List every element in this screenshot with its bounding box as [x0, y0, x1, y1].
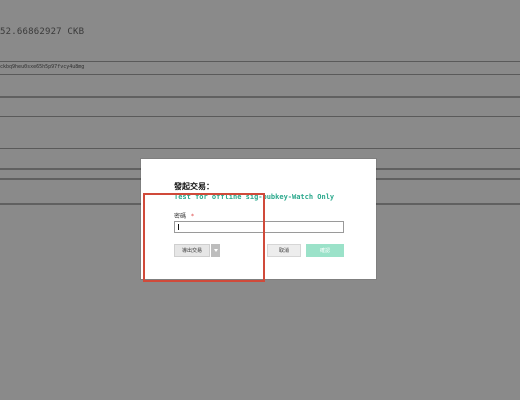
- required-marker: *: [190, 213, 194, 220]
- balance-text: 52.66862927 CKB: [0, 27, 85, 37]
- divider: [0, 96, 520, 98]
- wallet-name: Test for offline sig-pubkey-Watch Only: [174, 193, 335, 201]
- divider: [0, 116, 520, 117]
- dialog-title: 發起交易：: [174, 182, 214, 191]
- send-transaction-dialog: 發起交易： Test for offline sig-pubkey-Watch …: [141, 159, 376, 279]
- export-transaction-button[interactable]: 導出交易: [174, 244, 210, 257]
- password-label: 密碼 *: [174, 211, 194, 220]
- text-caret: [178, 224, 179, 230]
- confirm-button[interactable]: 確認: [306, 244, 344, 257]
- export-options-dropdown[interactable]: [211, 244, 220, 257]
- password-input[interactable]: [174, 221, 344, 233]
- chevron-down-icon: [213, 249, 218, 252]
- divider: [0, 148, 520, 149]
- password-label-text: 密碼: [174, 213, 187, 220]
- cancel-button[interactable]: 取消: [267, 244, 301, 257]
- divider: [0, 61, 520, 62]
- divider: [0, 74, 520, 75]
- address-text: ckbq9heu0sxe65h5p97fvcy4u8mg: [0, 64, 85, 70]
